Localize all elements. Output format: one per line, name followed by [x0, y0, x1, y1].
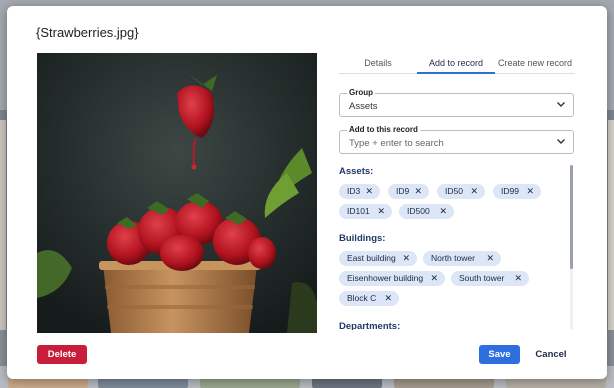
image-preview — [37, 53, 317, 333]
chevron-down-icon — [557, 102, 565, 107]
record-search-placeholder: Type + enter to search — [349, 138, 444, 149]
chip-label: North tower — [431, 253, 475, 263]
delete-button[interactable]: Delete — [37, 345, 87, 364]
image-detail-modal: {Strawberries.jpg} Details Add to record… — [7, 6, 607, 379]
section-title-departments: Departments: — [339, 321, 401, 330]
chip-label: Block C — [347, 293, 377, 303]
record-search-label: Add to this record — [347, 125, 420, 134]
chip-asset: ID99 ✕ — [493, 184, 541, 199]
chip-remove-icon[interactable]: ✕ — [514, 271, 522, 286]
list-scrollbar[interactable] — [570, 165, 573, 330]
chip-remove-icon[interactable]: ✕ — [486, 251, 494, 266]
chip-remove-icon[interactable]: ✕ — [402, 251, 410, 266]
chip-asset: ID9 ✕ — [388, 184, 429, 199]
backdrop-left-edge — [0, 120, 6, 330]
chip-remove-icon[interactable]: ✕ — [430, 271, 438, 286]
linked-records-list[interactable]: Assets: ID3 ✕ ID9 ✕ ID50 ✕ ID99 ✕ ID101 … — [339, 165, 575, 330]
section-title-buildings: Buildings: — [339, 233, 386, 244]
tab-create-new-record[interactable]: Create new record — [495, 56, 575, 74]
save-button[interactable]: Save — [479, 345, 520, 364]
group-select-value: Assets — [349, 101, 378, 112]
chip-building: Block C ✕ — [339, 291, 399, 306]
chip-building: South tower ✕ — [451, 271, 529, 286]
chip-remove-icon[interactable]: ✕ — [365, 184, 373, 199]
group-select[interactable]: Group Assets — [339, 88, 574, 117]
chip-remove-icon[interactable]: ✕ — [526, 184, 534, 199]
chip-building: North tower ✕ — [423, 251, 501, 266]
chip-asset: ID3 ✕ — [339, 184, 380, 199]
chip-label: East building — [347, 253, 396, 263]
chip-remove-icon[interactable]: ✕ — [377, 204, 385, 219]
chip-remove-icon[interactable]: ✕ — [470, 184, 478, 199]
list-scrollbar-thumb[interactable] — [570, 165, 573, 269]
tab-add-to-record[interactable]: Add to record — [417, 56, 495, 74]
cancel-button[interactable]: Cancel — [531, 345, 571, 364]
chip-label: South tower — [459, 273, 505, 283]
chip-remove-icon[interactable]: ✕ — [439, 204, 447, 219]
backdrop-right-edge — [608, 120, 614, 330]
chip-label: ID99 — [501, 186, 519, 196]
chip-label: ID50 — [445, 186, 463, 196]
chip-label: ID101 — [347, 206, 370, 216]
strawberries-photo — [37, 53, 317, 333]
chip-building: East building ✕ — [339, 251, 417, 266]
chevron-down-icon — [557, 139, 565, 144]
chip-label: ID3 — [347, 186, 361, 196]
modal-title: {Strawberries.jpg} — [36, 25, 139, 40]
chip-label: Eisenhower building — [347, 273, 424, 283]
chip-remove-icon[interactable]: ✕ — [384, 291, 392, 306]
chip-asset: ID500 ✕ — [399, 204, 454, 219]
chip-building: Eisenhower building ✕ — [339, 271, 445, 286]
section-title-assets: Assets: — [339, 166, 374, 177]
record-tabs: Details Add to record Create new record — [339, 56, 575, 74]
record-search-select[interactable]: Add to this record Type + enter to searc… — [339, 125, 574, 154]
chip-label: ID500 — [407, 206, 430, 216]
chip-asset: ID101 ✕ — [339, 204, 392, 219]
chip-label: ID9 — [396, 186, 410, 196]
tab-details[interactable]: Details — [339, 56, 417, 74]
group-select-label: Group — [347, 88, 375, 97]
chip-asset: ID50 ✕ — [437, 184, 485, 199]
chip-remove-icon[interactable]: ✕ — [414, 184, 422, 199]
